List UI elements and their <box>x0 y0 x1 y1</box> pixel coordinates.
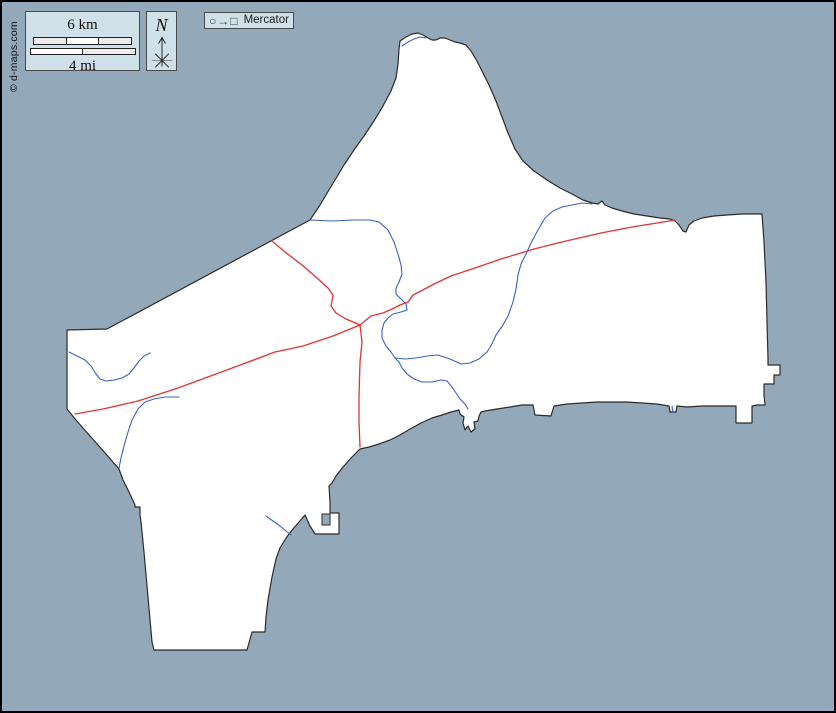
scale-km-segment <box>66 38 99 44</box>
north-indicator: N <box>146 11 177 71</box>
harbor-inlet <box>322 514 330 525</box>
scale-km-bar <box>33 37 132 45</box>
compass-arrow-icon <box>149 35 175 69</box>
projection-name: Mercator <box>244 15 289 27</box>
scale-mi-label: 4 mi <box>26 59 139 74</box>
scale-bar: 6 km 4 mi <box>25 11 140 71</box>
copyright-watermark: © d-maps.com <box>8 21 20 92</box>
scale-mi-segment <box>31 49 83 54</box>
land-outline <box>67 33 780 650</box>
north-label: N <box>147 16 176 34</box>
scale-km-segment <box>34 38 66 44</box>
projection-badge: ○→□ Mercator <box>204 12 294 29</box>
projection-symbols-icon: ○→□ <box>209 15 239 27</box>
map-viewport: 6 km 4 mi N ○→□ Mercator © d-maps.com <box>0 0 836 713</box>
map-canvas <box>2 2 836 713</box>
scale-mi-bar <box>30 48 136 55</box>
scale-km-segment <box>98 38 131 44</box>
scale-km-label: 6 km <box>26 18 139 33</box>
scale-mi-segment <box>82 49 135 54</box>
